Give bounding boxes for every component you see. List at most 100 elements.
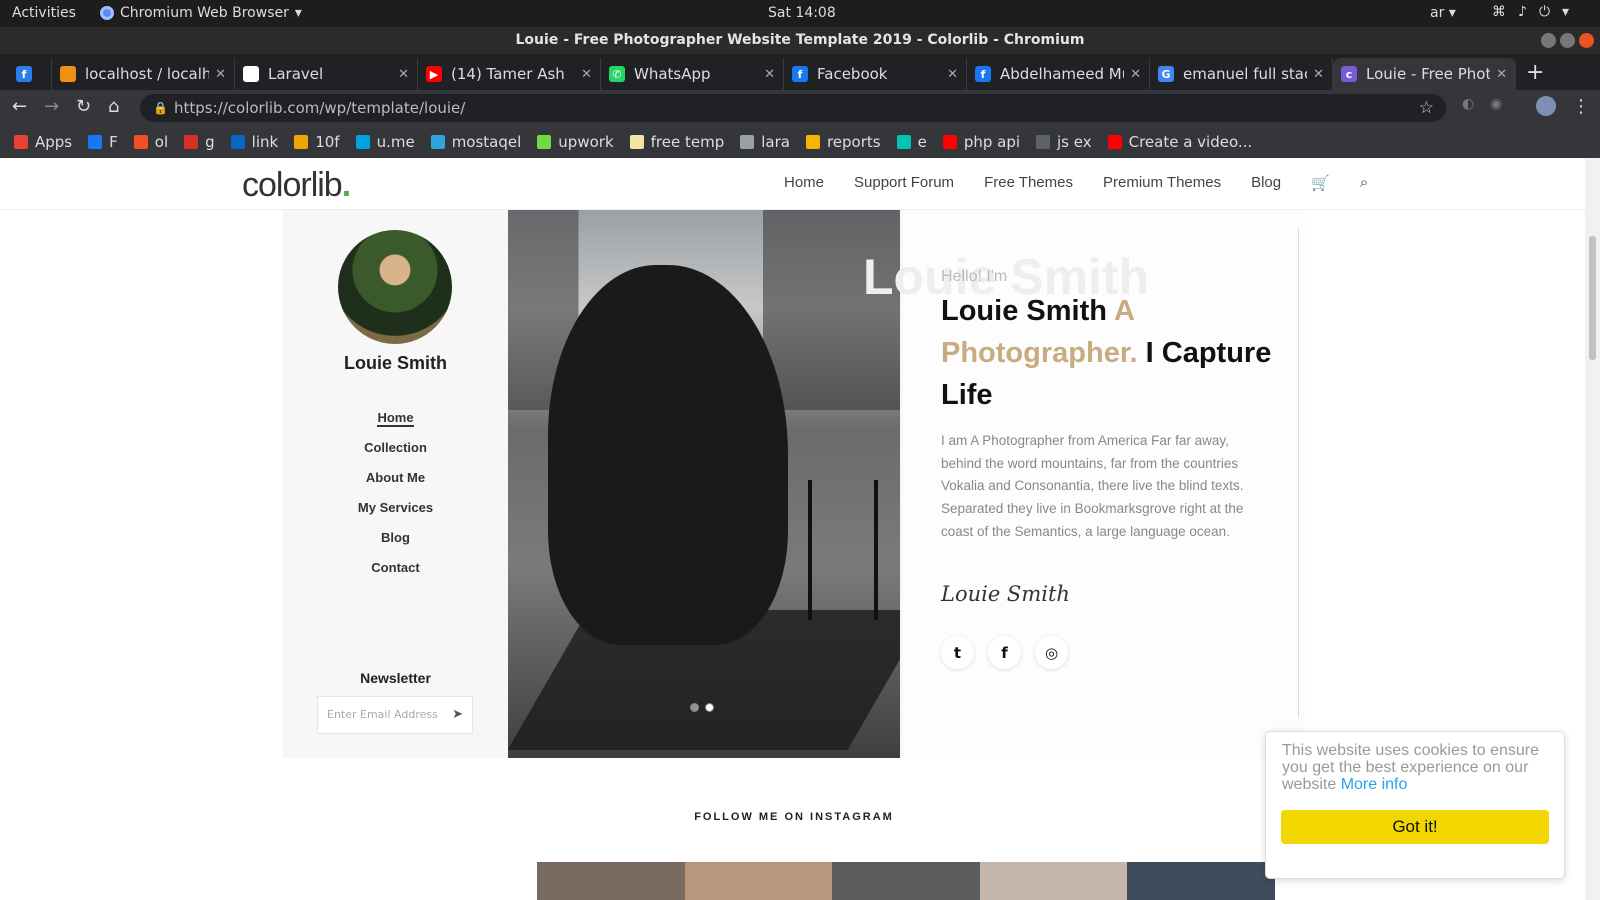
profile-nav: Home Collection About Me My Services Blo… bbox=[283, 403, 508, 583]
panel-scrollbar[interactable] bbox=[1293, 228, 1299, 718]
tab-google[interactable]: G emanuel full stac ✕ bbox=[1150, 58, 1333, 90]
close-tab-icon[interactable]: ✕ bbox=[1496, 67, 1507, 82]
hero-headline: Louie Smith A Photographer. I Capture Li… bbox=[941, 290, 1281, 416]
newsletter-email-input[interactable]: Enter Email Address ➤ bbox=[317, 696, 473, 734]
close-tab-icon[interactable]: ✕ bbox=[398, 67, 409, 82]
scrollbar-thumb[interactable] bbox=[1589, 236, 1596, 360]
bookmark-item[interactable]: u.me bbox=[355, 133, 415, 151]
profile-nav-services[interactable]: My Services bbox=[283, 493, 508, 523]
instagram-photo[interactable] bbox=[832, 862, 980, 900]
pinned-tab-icon: f bbox=[16, 66, 32, 82]
bookmark-item[interactable]: js ex bbox=[1036, 133, 1092, 151]
photo-photographer bbox=[548, 265, 788, 645]
keyboard-layout[interactable]: ar ▾ bbox=[1430, 5, 1456, 21]
instagram-photo[interactable] bbox=[1127, 862, 1275, 900]
app-menu[interactable]: Chromium Web Browser ▾ bbox=[100, 5, 302, 21]
close-tab-icon[interactable]: ✕ bbox=[581, 67, 592, 82]
maximize-button[interactable] bbox=[1560, 33, 1575, 48]
new-tab-button[interactable]: + bbox=[1526, 60, 1544, 85]
site-nav-free-themes[interactable]: Free Themes bbox=[984, 174, 1073, 192]
instagram-photo[interactable] bbox=[537, 862, 685, 900]
page-scrollbar[interactable] bbox=[1585, 158, 1600, 900]
site-nav-home[interactable]: Home bbox=[784, 174, 824, 192]
profile-nav-home[interactable]: Home bbox=[283, 403, 508, 433]
bookmark-item[interactable]: mostaqel bbox=[430, 133, 521, 151]
tab-title: Laravel bbox=[268, 65, 324, 83]
tab-localhost[interactable]: localhost / localh ✕ bbox=[52, 58, 235, 90]
bookmark-item[interactable]: ol bbox=[133, 133, 169, 151]
forward-icon[interactable]: → bbox=[44, 96, 59, 117]
system-tray[interactable]: ⌘ ♪ ⏻ ▾ bbox=[1492, 4, 1569, 20]
bookmark-item[interactable]: g bbox=[184, 133, 215, 151]
tab-whatsapp[interactable]: ✆ WhatsApp ✕ bbox=[601, 58, 784, 90]
bookmark-item[interactable]: lara bbox=[740, 133, 790, 151]
activities-button[interactable]: Activities bbox=[12, 5, 76, 21]
slider-dot-active[interactable] bbox=[705, 703, 714, 712]
search-icon[interactable]: ⌕ bbox=[1360, 174, 1368, 192]
close-window-button[interactable] bbox=[1579, 33, 1594, 48]
site-nav-premium-themes[interactable]: Premium Themes bbox=[1103, 174, 1221, 192]
clock[interactable]: Sat 14:08 bbox=[768, 5, 836, 21]
tab-title: emanuel full stac bbox=[1183, 65, 1308, 83]
colorlib-logo[interactable]: colorlib. bbox=[242, 166, 351, 205]
profile-nav-blog[interactable]: Blog bbox=[283, 523, 508, 553]
chromium-icon bbox=[100, 6, 114, 20]
bookmark-item[interactable]: upwork bbox=[537, 133, 614, 151]
cart-icon[interactable]: 🛒 bbox=[1311, 174, 1330, 192]
menu-icon[interactable]: ⋮ bbox=[1572, 96, 1590, 117]
extension-icon[interactable]: ◉ bbox=[1490, 96, 1502, 112]
close-tab-icon[interactable]: ✕ bbox=[764, 67, 775, 82]
youtube-icon bbox=[1107, 135, 1122, 149]
tab-facebook[interactable]: f Facebook ✕ bbox=[784, 58, 967, 90]
extension-icon[interactable]: ◐ bbox=[1462, 96, 1474, 112]
template-preview: Louie Smith Home Collection About Me My … bbox=[283, 210, 1305, 758]
slider-dot[interactable] bbox=[690, 703, 699, 712]
upwork-icon bbox=[537, 135, 552, 149]
minimize-button[interactable] bbox=[1541, 33, 1556, 48]
tab-title: localhost / localh bbox=[85, 65, 210, 83]
profile-avatar[interactable] bbox=[1536, 96, 1556, 116]
home-icon[interactable]: ⌂ bbox=[108, 96, 119, 117]
bookmark-item[interactable]: F bbox=[88, 133, 118, 151]
tab-facebook-profile[interactable]: f Abdelhameed Mu ✕ bbox=[967, 58, 1150, 90]
back-icon[interactable]: ← bbox=[12, 96, 27, 117]
google-icon: G bbox=[1158, 66, 1174, 82]
site-nav-support-forum[interactable]: Support Forum bbox=[854, 174, 954, 192]
bookmark-item[interactable]: php api bbox=[942, 133, 1020, 151]
twitter-icon[interactable]: t bbox=[941, 636, 974, 669]
address-bar[interactable]: 🔒 https://colorlib.com/wp/template/louie… bbox=[140, 94, 1446, 122]
close-tab-icon[interactable]: ✕ bbox=[947, 67, 958, 82]
tab-youtube[interactable]: ▶ (14) Tamer Ash ✕ bbox=[418, 58, 601, 90]
instagram-photo[interactable] bbox=[684, 862, 833, 900]
bookmark-apps[interactable]: Apps bbox=[14, 133, 72, 151]
instagram-icon[interactable]: ◎ bbox=[1035, 636, 1068, 669]
close-tab-icon[interactable]: ✕ bbox=[215, 67, 226, 82]
colorlib-icon: c bbox=[1341, 66, 1357, 82]
reload-icon[interactable]: ↻ bbox=[76, 96, 91, 117]
send-icon[interactable]: ➤ bbox=[452, 697, 463, 733]
tab-pinned[interactable]: f bbox=[8, 58, 52, 90]
bookmark-item[interactable]: reports bbox=[805, 133, 881, 151]
bookmark-item[interactable]: link bbox=[230, 133, 278, 151]
globe-icon bbox=[243, 66, 259, 82]
facebook-icon[interactable]: f bbox=[988, 636, 1021, 669]
bookmark-item[interactable]: e bbox=[896, 133, 927, 151]
profile-nav-collection[interactable]: Collection bbox=[283, 433, 508, 463]
bookmark-label: ol bbox=[154, 133, 169, 151]
tab-louie[interactable]: c Louie - Free Phot ✕ bbox=[1333, 58, 1516, 90]
more-info-link[interactable]: More info bbox=[1341, 776, 1408, 793]
bookmark-item[interactable]: 10f bbox=[294, 133, 340, 151]
bookmark-item[interactable]: Create a video... bbox=[1107, 133, 1252, 151]
site-nav-blog[interactable]: Blog bbox=[1251, 174, 1281, 192]
instagram-photo[interactable] bbox=[979, 862, 1128, 900]
cookie-banner: This website uses cookies to ensure you … bbox=[1265, 731, 1565, 879]
tab-laravel[interactable]: Laravel ✕ bbox=[235, 58, 418, 90]
bookmark-item[interactable]: free temp bbox=[629, 133, 724, 151]
tab-title: WhatsApp bbox=[634, 65, 711, 83]
close-tab-icon[interactable]: ✕ bbox=[1130, 67, 1141, 82]
profile-nav-contact[interactable]: Contact bbox=[283, 553, 508, 583]
got-it-button[interactable]: Got it! bbox=[1281, 810, 1549, 844]
bookmark-star-icon[interactable]: ☆ bbox=[1419, 94, 1434, 122]
close-tab-icon[interactable]: ✕ bbox=[1313, 67, 1324, 82]
profile-nav-about[interactable]: About Me bbox=[283, 463, 508, 493]
